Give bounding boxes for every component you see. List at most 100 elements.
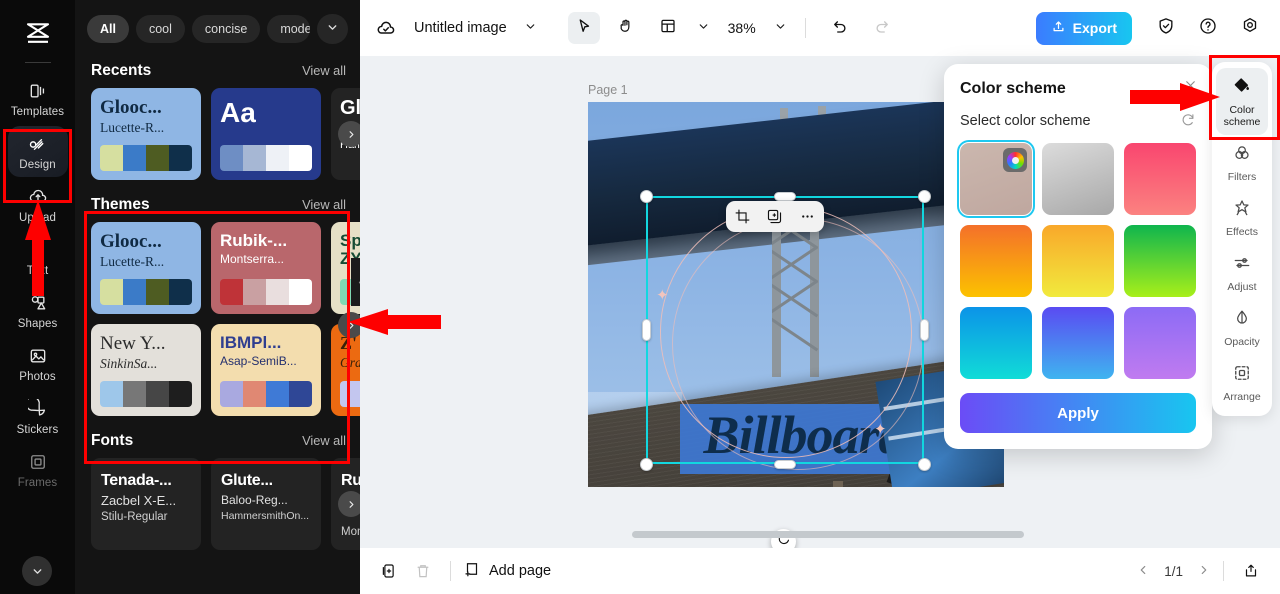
theme-card[interactable]: Z' Gra — [331, 324, 360, 416]
color-wheel-icon[interactable] — [1003, 148, 1027, 172]
recents-next-button[interactable] — [338, 121, 360, 147]
zoom-menu-chevron-down-icon[interactable] — [774, 20, 787, 36]
theme-card[interactable]: IBMPl... Asap-SemiB... — [211, 324, 321, 416]
tool-opacity[interactable]: Opacity — [1216, 300, 1268, 355]
filters-circles-icon — [1232, 143, 1252, 168]
blue-swatch[interactable] — [1042, 307, 1114, 379]
bottom-divider — [1223, 561, 1224, 581]
tool-effects[interactable]: Effects — [1216, 190, 1268, 245]
fonts-next-button[interactable] — [338, 491, 360, 517]
sidebar-item-design[interactable]: Design — [7, 126, 68, 177]
rail-expand-button[interactable] — [22, 556, 52, 586]
resize-handle-middle-right[interactable] — [920, 319, 929, 341]
tool-filters[interactable]: Filters — [1216, 135, 1268, 190]
resize-handle-middle-left[interactable] — [642, 319, 651, 341]
redo-button[interactable] — [866, 12, 898, 44]
chip-modern[interactable]: modern — [267, 15, 310, 43]
add-page-button[interactable]: Add page — [463, 560, 551, 582]
hand-tool-button[interactable] — [610, 12, 642, 44]
custom-swatch[interactable] — [957, 140, 1035, 218]
resize-handle-top-center[interactable] — [774, 192, 796, 201]
card-swatches — [100, 279, 192, 305]
sidebar-item-label: Photos — [19, 371, 56, 383]
prev-page-button[interactable] — [1136, 563, 1150, 580]
popup-subtitle-row: Select color scheme — [960, 112, 1196, 130]
panel-collapse-button[interactable] — [351, 258, 360, 306]
expand-panel-button[interactable] — [1236, 556, 1266, 586]
shield-button[interactable] — [1150, 12, 1182, 44]
gray-swatch[interactable] — [1042, 143, 1114, 215]
theme-card[interactable]: Rubik-... Montserra... — [211, 222, 321, 314]
sidebar-item-frames[interactable]: Frames — [8, 444, 68, 495]
tool-adjust[interactable]: Adjust — [1216, 245, 1268, 300]
fonts-card-row[interactable]: Tenada-... Zacbel X-E... Stilu-Regular G… — [75, 458, 360, 550]
ellipsis-icon[interactable] — [797, 206, 819, 228]
resize-handle-top-left[interactable] — [640, 190, 653, 203]
view-all-recents[interactable]: View all — [302, 63, 346, 78]
theme-card[interactable]: Glooc... Lucette-R... — [91, 222, 201, 314]
card-swatches — [220, 381, 312, 407]
yellow-swatch[interactable] — [1042, 225, 1114, 297]
layout-menu-chevron-down-icon[interactable] — [697, 20, 710, 36]
delete-page-button[interactable] — [408, 556, 438, 586]
font-card[interactable]: Glute... Baloo-Reg... HammersmithOn... — [211, 458, 321, 550]
document-title[interactable]: Untitled image — [414, 20, 507, 36]
export-button[interactable]: Export — [1035, 11, 1132, 45]
pink-swatch[interactable] — [1124, 143, 1196, 215]
themes-next-button[interactable] — [338, 312, 360, 338]
shield-check-icon — [1156, 16, 1176, 41]
help-button[interactable] — [1192, 12, 1224, 44]
green-swatch[interactable] — [1124, 225, 1196, 297]
layout-tool-button[interactable] — [652, 12, 684, 44]
sidebar-item-stickers[interactable]: Stickers — [8, 391, 68, 442]
tool-arrange[interactable]: Arrange — [1216, 355, 1268, 410]
card-line1: Tenada-... — [101, 472, 172, 489]
apply-button[interactable]: Apply — [960, 393, 1196, 433]
card-line2: Baloo-Reg... — [221, 493, 288, 507]
purple-swatch[interactable] — [1124, 307, 1196, 379]
theme-card[interactable]: New Y... SinkinSa... — [91, 324, 201, 416]
resize-handle-bottom-right[interactable] — [918, 458, 931, 471]
recents-card-row[interactable]: Glooc... Lucette-R... Aa Gl ( Ham — [75, 88, 360, 180]
sidebar-item-templates[interactable]: Templates — [8, 73, 68, 124]
stickers-icon — [27, 398, 49, 420]
view-all-themes[interactable]: View all — [302, 197, 346, 212]
orange-swatch[interactable] — [960, 225, 1032, 297]
next-page-button[interactable] — [1197, 563, 1211, 580]
crop-icon[interactable] — [731, 206, 753, 228]
view-all-fonts[interactable]: View all — [302, 433, 346, 448]
sidebar-item-text[interactable]: Text — [8, 232, 68, 283]
zoom-level[interactable]: 38% — [728, 20, 756, 36]
themes-card-row-2[interactable]: New Y... SinkinSa... IBMPl... Asap-SemiB… — [75, 324, 360, 416]
sidebar-item-shapes[interactable]: Shapes — [8, 285, 68, 336]
chip-cool[interactable]: cool — [135, 15, 185, 43]
resize-handle-bottom-center[interactable] — [774, 460, 796, 469]
resize-handle-bottom-left[interactable] — [640, 458, 653, 471]
duplicate-add-icon[interactable] — [764, 206, 786, 228]
theme-card[interactable]: Aa — [211, 88, 321, 180]
font-card[interactable]: Tenada-... Zacbel X-E... Stilu-Regular — [91, 458, 201, 550]
section-header-themes: Themes View all — [75, 180, 360, 222]
theme-card[interactable]: Glooc... Lucette-R... — [91, 88, 201, 180]
resize-handle-top-right[interactable] — [918, 190, 931, 203]
sidebar-item-upload[interactable]: Upload — [8, 179, 68, 230]
canvas-horizontal-scrollbar[interactable] — [632, 531, 1024, 538]
sidebar-item-photos[interactable]: Photos — [8, 338, 68, 389]
undo-button[interactable] — [824, 12, 856, 44]
card-line1: Rubik-... — [220, 231, 288, 250]
chips-more-button[interactable] — [317, 14, 348, 44]
tool-color-scheme[interactable]: Color scheme — [1216, 68, 1268, 136]
themes-card-row-1[interactable]: Glooc... Lucette-R... Rubik-... Montserr… — [75, 222, 360, 338]
select-tool-button[interactable] — [567, 12, 600, 44]
reset-icon[interactable] — [1181, 112, 1196, 130]
close-icon[interactable] — [1183, 78, 1198, 97]
chevron-down-icon[interactable] — [524, 20, 537, 36]
chip-concise[interactable]: concise — [191, 15, 261, 43]
paint-bucket-icon — [1232, 76, 1252, 101]
capcut-logo-icon[interactable] — [21, 16, 55, 50]
duplicate-page-button[interactable] — [374, 556, 404, 586]
settings-button[interactable] — [1234, 12, 1266, 44]
sidebar-item-label: Upload — [18, 212, 57, 224]
chip-all[interactable]: All — [87, 15, 129, 43]
cyan-swatch[interactable] — [960, 307, 1032, 379]
